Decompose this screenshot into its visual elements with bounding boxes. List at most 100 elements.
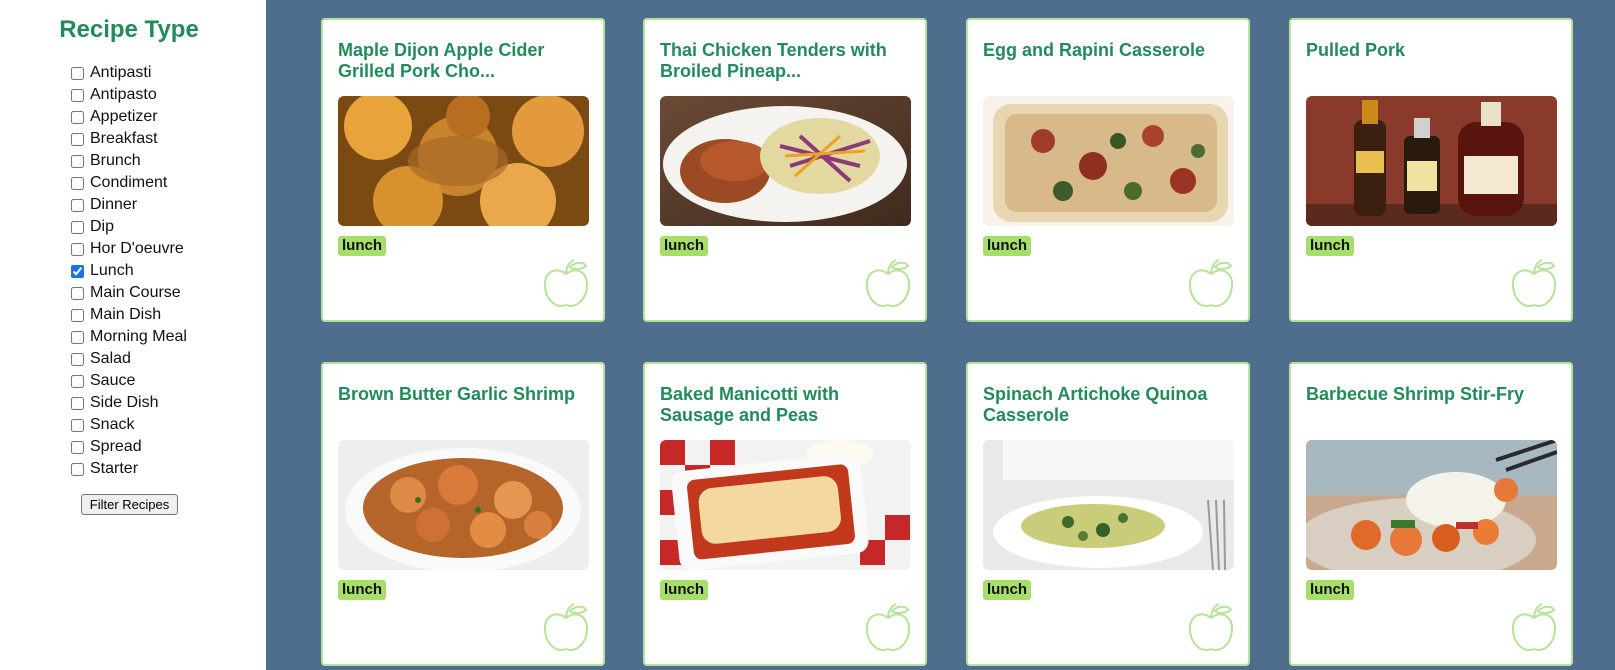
filter-item[interactable]: Side Dish [71,392,187,414]
recipe-type-tag: lunch [338,236,386,256]
filter-label[interactable]: Dinner [90,196,137,214]
recipe-title[interactable]: Pulled Pork [1306,40,1558,61]
recipe-title[interactable]: Maple Dijon Apple Cider Grilled Pork Cho… [338,40,590,82]
filter-item[interactable]: Breakfast [71,128,187,150]
apple-outline-icon [1187,258,1235,310]
filter-checkbox[interactable] [71,110,84,124]
filter-checkbox[interactable] [71,220,84,234]
filter-label[interactable]: Spread [90,438,142,456]
recipe-card[interactable]: Egg and Rapini Casserole lunch [966,18,1250,322]
filter-label[interactable]: Dip [90,218,114,236]
filter-item[interactable]: Condiment [71,172,187,194]
filter-item[interactable]: Main Dish [71,304,187,326]
filter-checkbox[interactable] [71,88,84,102]
recipe-image[interactable] [660,440,911,570]
recipe-image[interactable] [338,96,589,226]
filter-item[interactable]: Morning Meal [71,326,187,348]
recipe-type-tag: lunch [660,236,708,256]
apple-outline-icon [1187,602,1235,654]
recipe-type-tag: lunch [983,580,1031,600]
filter-checkbox[interactable] [71,264,84,278]
filter-label[interactable]: Condiment [90,174,167,192]
filter-label[interactable]: Antipasto [90,86,157,104]
filter-label[interactable]: Main Course [90,284,181,302]
recipe-type-tag: lunch [338,580,386,600]
filter-checkbox[interactable] [71,242,84,256]
filter-label[interactable]: Brunch [90,152,141,170]
filter-label[interactable]: Salad [90,350,131,368]
recipe-image[interactable] [660,96,911,226]
filter-checkbox[interactable] [71,440,84,454]
filter-checkbox[interactable] [71,352,84,366]
apple-outline-icon [864,602,912,654]
filter-label[interactable]: Side Dish [90,394,158,412]
recipe-card[interactable]: Pulled Pork lunch [1289,18,1573,322]
recipe-title[interactable]: Egg and Rapini Casserole [983,40,1235,61]
filter-sidebar: Recipe Type Antipasti Antipasto Appetizer B… [0,0,266,670]
filter-label[interactable]: Breakfast [90,130,158,148]
filter-label[interactable]: Antipasti [90,64,151,82]
recipe-card[interactable]: Baked Manicotti with Sausage and Peas lu… [643,362,927,666]
recipe-card[interactable]: Maple Dijon Apple Cider Grilled Pork Cho… [321,18,605,322]
recipe-title[interactable]: Barbecue Shrimp Stir-Fry [1306,384,1558,405]
recipe-card[interactable]: Spinach Artichoke Quinoa Casserole lunch [966,362,1250,666]
sidebar-title: Recipe Type [59,16,199,43]
filter-checkbox[interactable] [71,66,84,80]
filter-checkbox[interactable] [71,154,84,168]
filter-item[interactable]: Sauce [71,370,187,392]
recipe-title[interactable]: Spinach Artichoke Quinoa Casserole [983,384,1235,426]
filter-item[interactable]: Starter [71,458,187,480]
filter-label[interactable]: Morning Meal [90,328,187,346]
filter-checkbox[interactable] [71,286,84,300]
filter-item[interactable]: Dip [71,216,187,238]
filter-item[interactable]: Salad [71,348,187,370]
recipe-image[interactable] [983,440,1234,570]
filter-label[interactable]: Hor D'oeuvre [90,240,184,258]
recipe-type-tag: lunch [660,580,708,600]
filter-item[interactable]: Main Course [71,282,187,304]
apple-outline-icon [864,258,912,310]
apple-outline-icon [542,602,590,654]
apple-outline-icon [1510,258,1558,310]
recipe-grid: Maple Dijon Apple Cider Grilled Pork Cho… [266,0,1615,670]
recipe-card[interactable]: Brown Butter Garlic Shrimp lunch [321,362,605,666]
filter-label[interactable]: Appetizer [90,108,158,126]
recipe-image[interactable] [338,440,589,570]
recipe-type-tag: lunch [1306,580,1354,600]
recipe-card[interactable]: Barbecue Shrimp Stir-Fry lunch [1289,362,1573,666]
recipe-title[interactable]: Thai Chicken Tenders with Broiled Pineap… [660,40,912,82]
filter-item[interactable]: Snack [71,414,187,436]
recipe-image[interactable] [1306,96,1557,226]
filter-item[interactable]: Dinner [71,194,187,216]
filter-recipes-button[interactable]: Filter Recipes [81,494,178,515]
filter-checkbox[interactable] [71,418,84,432]
filter-checkbox[interactable] [71,330,84,344]
filter-item[interactable]: Antipasto [71,84,187,106]
filter-checkbox[interactable] [71,374,84,388]
recipe-type-tag: lunch [1306,236,1354,256]
filter-checkbox[interactable] [71,462,84,476]
filter-checkbox[interactable] [71,308,84,322]
recipe-card[interactable]: Thai Chicken Tenders with Broiled Pineap… [643,18,927,322]
filter-item[interactable]: Appetizer [71,106,187,128]
filter-label[interactable]: Starter [90,460,138,478]
filter-label[interactable]: Main Dish [90,306,161,324]
recipe-title[interactable]: Baked Manicotti with Sausage and Peas [660,384,912,426]
filter-item[interactable]: Hor D'oeuvre [71,238,187,260]
filter-item[interactable]: Lunch [71,260,187,282]
filter-label[interactable]: Lunch [90,262,134,280]
apple-outline-icon [1510,602,1558,654]
filter-checkbox[interactable] [71,396,84,410]
filter-item[interactable]: Antipasti [71,62,187,84]
recipe-image[interactable] [1306,440,1557,570]
recipe-image[interactable] [983,96,1234,226]
filter-label[interactable]: Snack [90,416,134,434]
filter-checkbox[interactable] [71,176,84,190]
filter-item[interactable]: Spread [71,436,187,458]
filter-label[interactable]: Sauce [90,372,135,390]
apple-outline-icon [542,258,590,310]
filter-checkbox[interactable] [71,132,84,146]
filter-item[interactable]: Brunch [71,150,187,172]
filter-checkbox[interactable] [71,198,84,212]
recipe-title[interactable]: Brown Butter Garlic Shrimp [338,384,590,405]
